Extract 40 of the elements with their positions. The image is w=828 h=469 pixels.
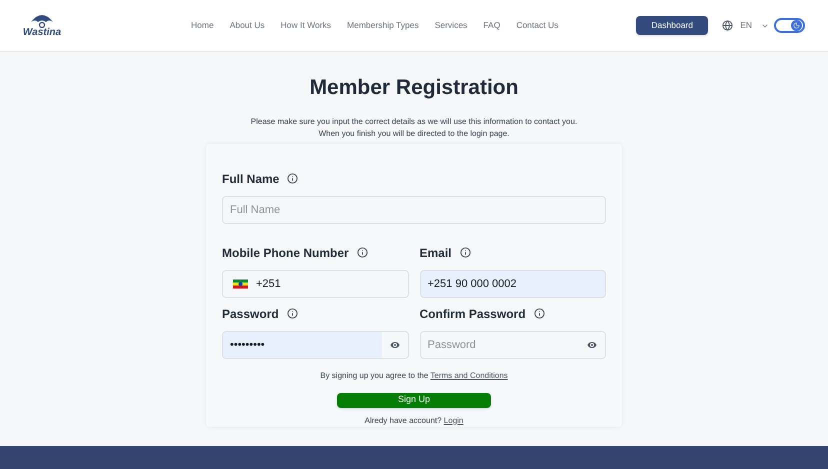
login-text: Alredy have account? Login [364,414,464,426]
input-text[interactable]: +251 90 000 0002 [420,270,605,296]
sign-up-button[interactable]: Sign Up [337,392,491,408]
field-label: Password [222,306,279,322]
info-icon[interactable] [287,173,298,184]
dashboard-button[interactable]: Dashboard [636,16,708,35]
nav-link[interactable]: About Us [230,19,265,32]
input-text[interactable]: ••••••••• [223,332,382,358]
language-label[interactable]: EN [740,19,752,32]
input-text[interactable]: Full Name [223,196,605,222]
terms-text: By signing up you agree to the Terms and Conditions [319,370,509,382]
info-icon[interactable] [286,308,298,319]
info-icon[interactable] [356,247,368,258]
nav-link[interactable]: FAQ [483,19,500,32]
flag-icon [233,278,248,288]
login-link[interactable]: Login [444,416,464,424]
input-field[interactable]: ••••••••• [222,330,408,358]
page-title: Member Registration [310,75,518,101]
input-text[interactable]: +251 [256,270,408,296]
nav-link[interactable]: Contact Us [516,19,558,32]
field-label: Email [420,244,452,262]
nav-link[interactable]: Membership Types [347,19,419,32]
intro-text: Please make sure you input the correct details as we will use this information to contact you. When you finish you will be directed to the login page. [250,116,578,140]
nav-link[interactable]: How It Works [280,19,332,32]
umbrella-icon [30,14,54,28]
field-label: Confirm Password [420,306,526,322]
terms-link[interactable]: Terms and Conditions [430,370,508,380]
info-icon[interactable] [460,247,471,258]
input-field[interactable]: +251 [222,270,408,298]
info-icon[interactable] [534,308,545,319]
globe-icon[interactable] [722,20,734,31]
field-label: Mobile Phone Number [222,244,349,262]
input-text[interactable]: Password [420,332,579,358]
nav-link[interactable]: Home [191,19,214,32]
theme-toggle[interactable] [774,18,805,33]
logo-text[interactable]: Wastina [22,28,62,38]
nav-link[interactable]: Services [434,19,468,32]
field-label: Full Name [222,170,280,188]
input-field[interactable]: Password [420,330,606,358]
moon-icon [793,22,800,29]
